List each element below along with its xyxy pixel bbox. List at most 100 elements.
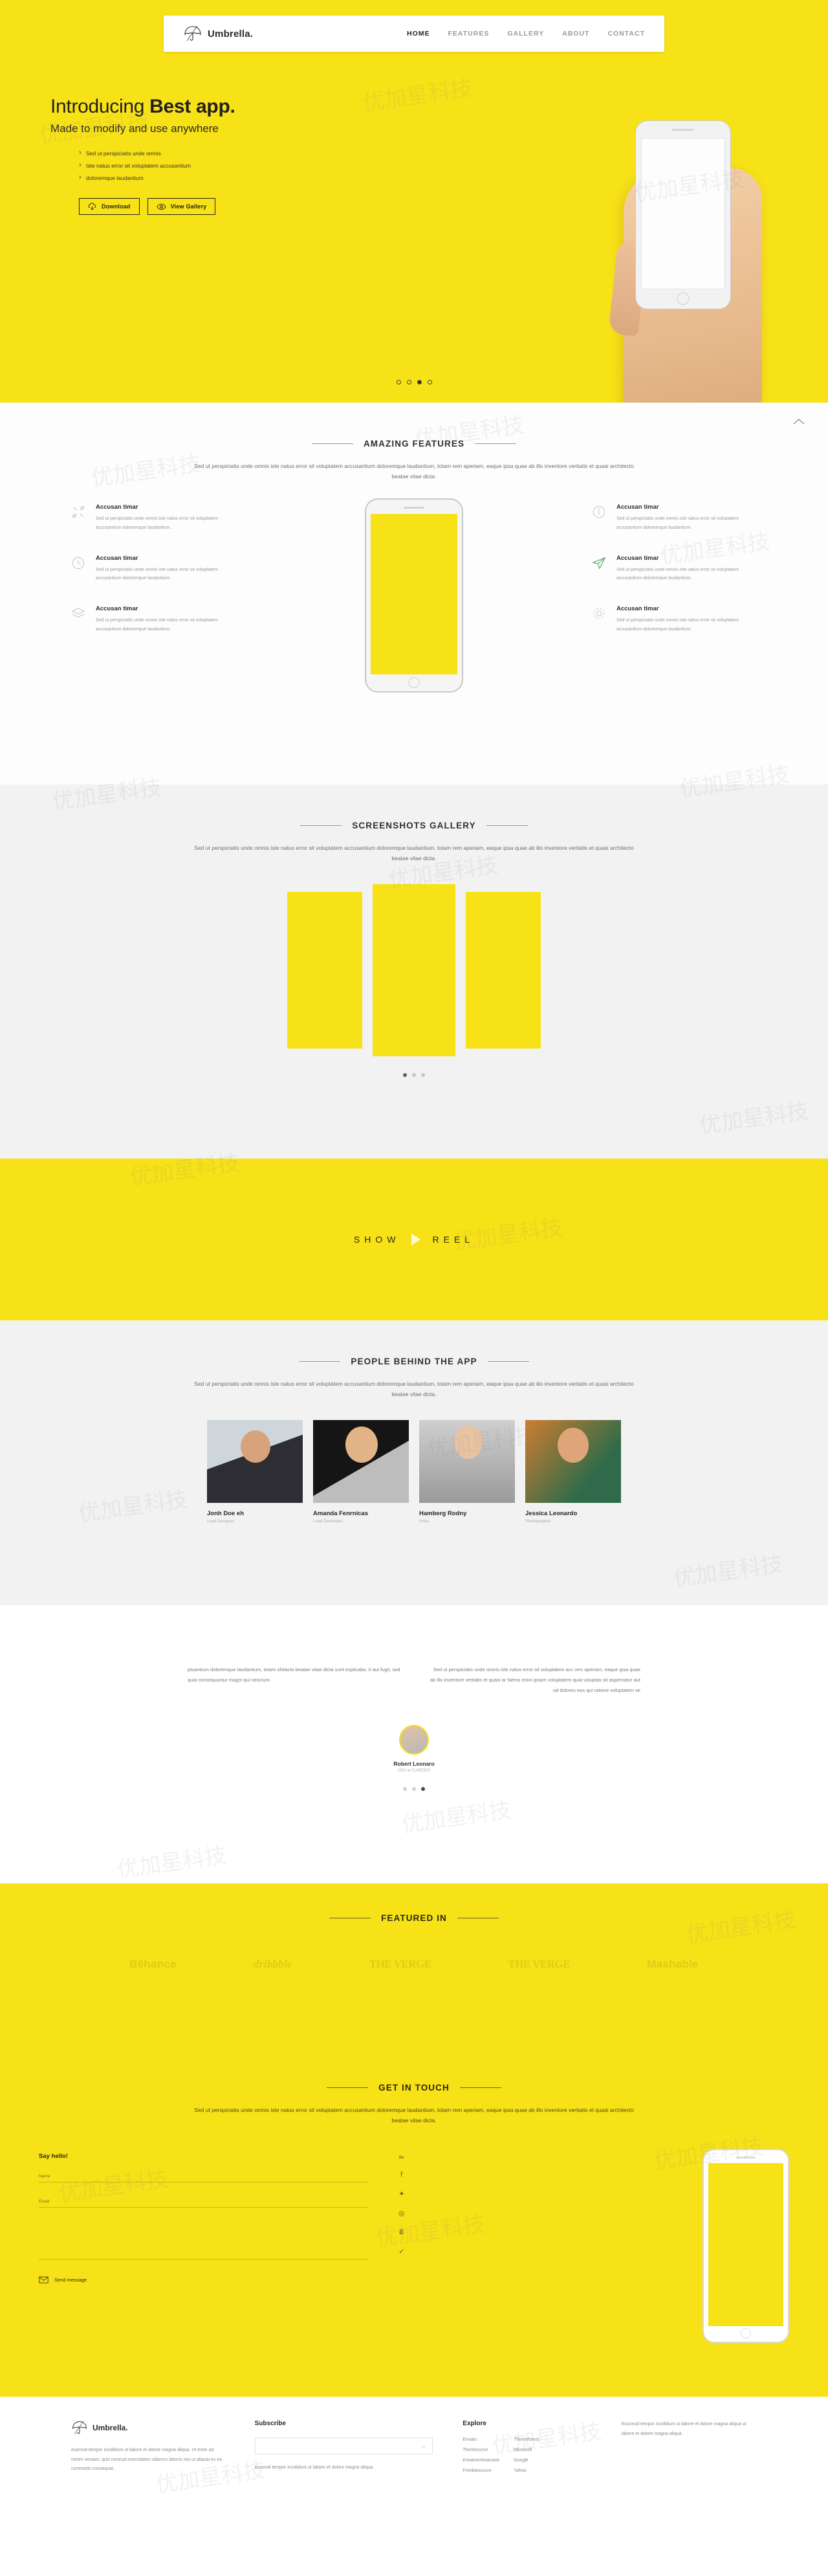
contact-heading: GET IN TOUCH xyxy=(0,2083,828,2093)
pinterest-icon[interactable]: ✓ xyxy=(398,2247,404,2256)
team-member[interactable]: Jonh Doe eh Lead Designer xyxy=(207,1420,303,1524)
testimonial-dot-active[interactable] xyxy=(421,1787,425,1792)
subscribe-input[interactable]: → xyxy=(254,2437,433,2454)
message-field[interactable] xyxy=(39,2225,369,2260)
feature-text: Sed ut perspiciatis unde omnis iste natu… xyxy=(616,516,739,531)
hero-bullet: Iste natus error sit voluptatem accusant… xyxy=(79,161,362,169)
footer-link[interactable]: Freebiescurve xyxy=(463,2469,499,2473)
gallery-dot-active[interactable] xyxy=(403,1073,407,1078)
feature-item: Accusan timar Sed ut perspiciatis unde o… xyxy=(592,555,757,583)
email-field[interactable]: Email xyxy=(39,2199,369,2208)
team-member[interactable]: Hamberg Rodny Artist xyxy=(419,1420,515,1524)
contact-phone-mockup xyxy=(703,2149,789,2344)
feature-item: Accusan timar Sed ut perspiciatis unde o… xyxy=(592,605,757,634)
umbrella-icon xyxy=(184,25,201,41)
feature-title: Accusan timar xyxy=(96,605,138,612)
show-reel-section[interactable]: SHOW REEL xyxy=(0,1159,828,1320)
slider-dot-active[interactable] xyxy=(417,380,422,384)
gear-icon xyxy=(592,605,609,634)
nav-item-home[interactable]: HOME xyxy=(407,30,430,38)
facebook-icon[interactable]: f xyxy=(400,2171,402,2179)
slider-dot[interactable] xyxy=(406,380,411,384)
phone-speaker xyxy=(736,2157,756,2159)
footer-link[interactable]: Envato xyxy=(463,2437,499,2442)
team-member-role: Lead Designer xyxy=(207,1519,235,1524)
clock-icon xyxy=(71,555,88,583)
phone-screen xyxy=(371,514,457,675)
play-icon[interactable] xyxy=(411,1234,421,1245)
brand-logo-behance: Bēhance xyxy=(129,1958,177,1970)
team-member-photo xyxy=(525,1420,621,1504)
feature-title: Accusan timar xyxy=(616,554,659,562)
hero-section: Umbrella. HOME FEATURES GALLERY ABOUT CO… xyxy=(0,0,828,403)
arrow-right-icon[interactable]: → xyxy=(419,2442,426,2450)
divider-line-right xyxy=(459,2087,501,2088)
testimonial-dot[interactable] xyxy=(403,1787,407,1792)
nav-links: HOME FEATURES GALLERY ABOUT CONTACT xyxy=(407,30,645,38)
footer-brand[interactable]: Umbrella. xyxy=(71,2420,225,2436)
slider-dot[interactable] xyxy=(427,380,432,384)
scroll-to-top-button[interactable] xyxy=(793,417,805,428)
brand-logo-mashable: Mashable xyxy=(647,1958,699,1970)
footer-last-column: Eiusmod tempor incididunt ut labore et d… xyxy=(622,2420,757,2479)
gallery-dot[interactable] xyxy=(421,1073,425,1078)
info-icon xyxy=(592,504,609,532)
hero-subtitle: Made to modify and use anywhere xyxy=(50,122,219,135)
slider-dot[interactable] xyxy=(396,380,401,384)
nav-item-features[interactable]: FEATURES xyxy=(448,30,490,38)
team-member-photo xyxy=(313,1420,409,1504)
testimonial-dot[interactable] xyxy=(412,1787,416,1792)
footer-explore-links: Envato Themecurve Kreativeshowcase Freeb… xyxy=(463,2437,592,2479)
team-member-name: Jonh Doe eh xyxy=(207,1510,245,1518)
nav-item-gallery[interactable]: GALLERY xyxy=(507,30,544,38)
team-member[interactable]: Amanda Fenrnicas Lead Developer xyxy=(313,1420,409,1524)
footer-link[interactable]: Google xyxy=(514,2458,539,2463)
footer-link[interactable]: Themeforest xyxy=(514,2437,539,2442)
feature-text: Sed ut perspiciatis unde omnis iste natu… xyxy=(616,618,739,632)
twitter-icon[interactable]: ✦ xyxy=(398,2190,404,2198)
footer-link[interactable]: Microsoft xyxy=(514,2448,539,2452)
dribbble-icon[interactable]: ◎ xyxy=(398,2209,405,2217)
hero-phone-mockup xyxy=(635,120,731,309)
testimonial-avatar xyxy=(399,1725,429,1755)
footer-link[interactable]: Kreativeshowcase xyxy=(463,2458,499,2463)
team-member-name: Hamberg Rodny xyxy=(419,1510,467,1518)
nav-item-about[interactable]: ABOUT xyxy=(562,30,589,38)
team-section: PEOPLE BEHIND THE APP Sed ut perspiciati… xyxy=(0,1320,828,1605)
paper-plane-icon xyxy=(592,555,609,583)
testimonial-section: ptuantium doloremque laudantium, totam o… xyxy=(0,1605,828,1883)
gallery-dot[interactable] xyxy=(412,1073,416,1078)
hero-bullet-list: Sed ut perspiciatis unde omnis Iste natu… xyxy=(50,149,362,181)
team-member[interactable]: Jessica Leonardo Photographer xyxy=(525,1420,621,1524)
phone-home-button xyxy=(741,2328,751,2339)
phone-home-button xyxy=(677,293,690,305)
gallery-subtitle: Sed ut perspiciatis unde omnis iste natu… xyxy=(194,845,634,861)
feature-item: Accusan timar Sed ut perspiciatis unde o… xyxy=(71,504,236,532)
gallery-screenshot[interactable] xyxy=(466,892,541,1049)
cloud-download-icon xyxy=(88,203,96,210)
show-reel-label: SHOW REEL xyxy=(354,1234,474,1245)
brand-logo[interactable]: Umbrella. xyxy=(183,25,253,42)
send-message-button[interactable]: Send message xyxy=(39,2276,369,2283)
tools-icon xyxy=(71,504,88,532)
footer-explore-col1: Envato Themecurve Kreativeshowcase Freeb… xyxy=(463,2437,499,2479)
gallery-screenshot[interactable] xyxy=(287,892,362,1049)
features-title: AMAZING FEATURES xyxy=(363,439,465,449)
footer-explore-col2: Themeforest Microsoft Google Yahoo xyxy=(514,2437,539,2479)
hero-bullet: Sed ut perspiciatis unde omnis xyxy=(79,149,362,157)
brand-logo-dribbble: dribbble xyxy=(253,1958,292,1970)
footer-link[interactable]: Themecurve xyxy=(463,2448,499,2452)
footer-link[interactable]: Yahoo xyxy=(514,2469,539,2473)
gallery-screenshot-active[interactable] xyxy=(373,884,455,1057)
phone-speaker xyxy=(672,129,694,131)
footer: Umbrella. eusmod tempor incididunt ut la… xyxy=(0,2395,828,2492)
footer-last-text: Eiusmod tempor incididunt ut labore et d… xyxy=(621,2422,746,2436)
phone-home-button xyxy=(408,677,420,689)
nav-item-contact[interactable]: CONTACT xyxy=(607,30,645,38)
download-button[interactable]: Download xyxy=(79,198,140,215)
view-gallery-button[interactable]: View Gallery xyxy=(147,198,216,215)
behance-icon[interactable]: Ƀ xyxy=(399,2228,404,2236)
name-field[interactable]: Name xyxy=(39,2174,369,2183)
team-member-name: Jessica Leonardo xyxy=(525,1510,578,1518)
feature-text: Sed ut perspiciatis unde omnis iste natu… xyxy=(616,567,739,581)
